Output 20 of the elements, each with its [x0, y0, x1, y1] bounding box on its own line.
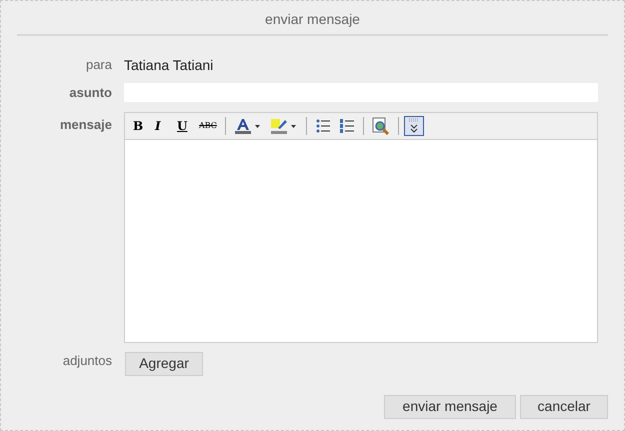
underline-button[interactable]: U — [174, 116, 194, 136]
field-label: mensaje — [58, 116, 113, 134]
bold-button[interactable]: B — [130, 116, 150, 136]
text-color-icon — [234, 116, 262, 134]
highlight-icon — [270, 116, 298, 134]
field-label: para — [84, 56, 113, 74]
dialog-title: enviar mensaje — [265, 11, 360, 27]
field-label: asunto — [68, 84, 113, 102]
numbered-list-icon — [338, 118, 355, 134]
magnifier-icon — [372, 116, 390, 134]
recipient-name: Tatiana Tatiani — [124, 56, 214, 75]
cancel-button[interactable]: cancelar — [520, 394, 608, 418]
italic-button[interactable]: I — [152, 116, 172, 136]
field-label: adjuntos — [62, 352, 113, 370]
send-button[interactable]: enviar mensaje — [384, 394, 516, 418]
expand-toolbar-button[interactable] — [404, 116, 424, 136]
expand-icon — [406, 116, 421, 134]
bullet-list-icon — [314, 118, 331, 134]
add-attachment-button[interactable]: Agregar — [125, 352, 203, 376]
strikethrough-button[interactable]: ABC — [196, 116, 220, 136]
